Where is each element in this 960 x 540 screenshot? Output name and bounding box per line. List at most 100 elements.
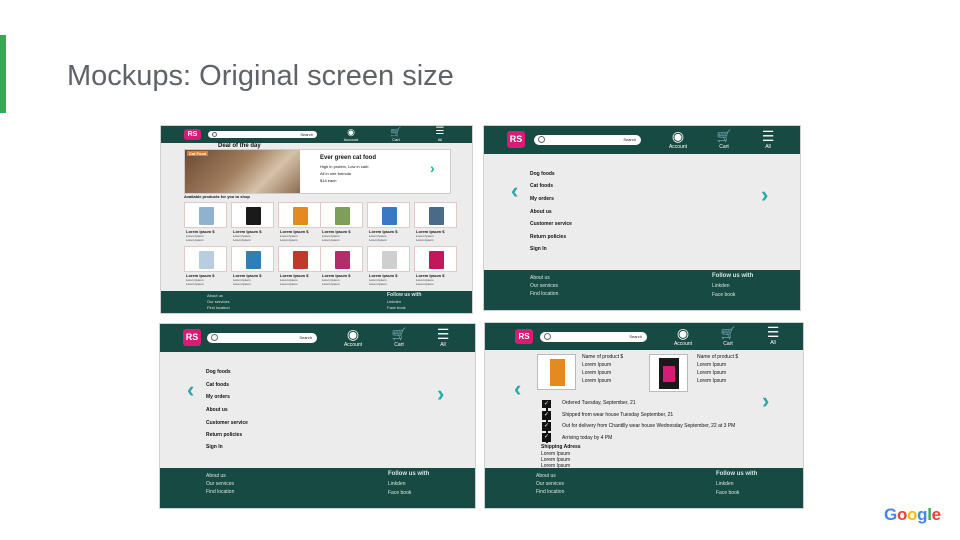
order-product-2-line-2: Lorem Ipsum <box>697 370 727 376</box>
account-button[interactable]: ◉ Account <box>339 327 367 349</box>
account-button[interactable]: ◉ Account <box>669 325 697 348</box>
footer-location-link[interactable]: Find location <box>206 489 234 495</box>
menu-item-my-orders[interactable]: My orders <box>530 196 554 202</box>
footer-location-link[interactable]: Find location <box>207 305 230 310</box>
footer: About us Our services Find location Foll… <box>485 468 803 508</box>
deal-image-label: Cat Food <box>187 151 209 156</box>
product-image <box>367 246 410 272</box>
google-logo-letter: G <box>884 505 897 524</box>
logo[interactable]: RS <box>507 131 525 148</box>
product-card[interactable]: Lorem Ipsum $ Lorem Ipsum Lorem Ipsum <box>231 246 275 288</box>
account-icon: ◉ <box>671 128 685 144</box>
mockup-menu-1: RS Search ◉ Account 🛒 Cart ☰ All ‹ › Dog… <box>483 125 801 311</box>
all-menu-button[interactable]: ☰ All <box>431 126 449 143</box>
product-card[interactable]: Lorem Ipsum $ Lorem Ipsum Lorem Ipsum <box>414 246 458 288</box>
menu-item-sign-in[interactable]: Sign In <box>206 444 223 450</box>
prev-chevron-icon[interactable]: ‹ <box>511 178 518 204</box>
order-product-2-line-3: Lorem Ipsum <box>697 378 727 384</box>
footer-services-link[interactable]: Our services <box>536 481 564 487</box>
product-card[interactable]: Lorem Ipsum $ Lorem Ipsum Lorem Ipsum <box>184 246 228 288</box>
order-product-1-image[interactable] <box>537 354 576 390</box>
mockup-menu-2: RS Search ◉ Account 🛒 Cart ☰ All ‹ › Dog… <box>159 323 476 509</box>
footer-facebook-link[interactable]: Face book <box>716 490 739 496</box>
order-product-1-line-3: Lorem Ipsum <box>582 378 612 384</box>
menu-item-dog-foods[interactable]: Dog foods <box>530 171 555 177</box>
menu-item-about-us[interactable]: About us <box>530 209 552 215</box>
account-button[interactable]: ◉ Account <box>339 127 363 142</box>
menu-item-return-policies[interactable]: Return policies <box>530 234 566 240</box>
cart-label: Cart <box>392 137 400 142</box>
next-chevron-icon[interactable]: › <box>437 381 444 407</box>
product-subtext: Lorem Ipsum <box>416 238 434 242</box>
deal-next-chevron-icon[interactable]: › <box>430 160 435 176</box>
product-subtext: Lorem Ipsum <box>369 238 387 242</box>
menu-item-dog-foods[interactable]: Dog foods <box>206 369 231 375</box>
logo[interactable]: RS <box>515 329 533 344</box>
footer-about-link[interactable]: About us <box>207 293 223 298</box>
deal-card[interactable]: Cat Food Ever green cat food High in pro… <box>184 149 451 194</box>
product-card[interactable]: Lorem Ipsum $ Lorem Ipsum Lorem Ipsum <box>414 202 458 244</box>
product-bag <box>429 207 444 225</box>
footer-services-link[interactable]: Our services <box>207 299 229 304</box>
all-label: All <box>437 137 443 142</box>
hamburger-menu-icon: ☰ <box>435 126 445 137</box>
cart-button[interactable]: 🛒 Cart <box>386 127 406 142</box>
footer-about-link[interactable]: About us <box>206 473 226 479</box>
all-menu-button[interactable]: ☰ All <box>759 129 777 151</box>
footer-linkedin-link[interactable]: Linkden <box>388 481 406 487</box>
footer-about-link[interactable]: About us <box>536 473 556 479</box>
menu-item-about-us[interactable]: About us <box>206 407 228 413</box>
search-input[interactable]: Search <box>208 131 317 138</box>
product-card[interactable]: Lorem Ipsum $ Lorem Ipsum Lorem Ipsum <box>367 202 411 244</box>
account-icon: ◉ <box>676 325 690 341</box>
menu-item-cat-foods[interactable]: Cat foods <box>530 183 553 189</box>
footer-services-link[interactable]: Our services <box>530 283 558 289</box>
menu-item-return-policies[interactable]: Return policies <box>206 432 242 438</box>
footer-services-link[interactable]: Our services <box>206 481 234 487</box>
next-chevron-icon[interactable]: › <box>762 388 769 414</box>
product-card[interactable]: Lorem Ipsum $ Lorem Ipsum Lorem Ipsum <box>320 246 364 288</box>
order-product-2-image[interactable] <box>649 354 688 392</box>
product-image <box>320 246 363 272</box>
product-card[interactable]: Lorem Ipsum $ Lorem Ipsum Lorem Ipsum <box>184 202 228 244</box>
cart-button[interactable]: 🛒 Cart <box>718 326 738 347</box>
product-bag <box>429 251 444 269</box>
product-card[interactable]: Lorem Ipsum $ Lorem Ipsum Lorem Ipsum <box>278 202 322 244</box>
deal-line-1: High in protein, Low in carb <box>320 164 369 169</box>
footer-location-link[interactable]: Find location <box>536 489 564 495</box>
footer-facebook-link[interactable]: Face book <box>387 305 406 310</box>
menu-item-my-orders[interactable]: My orders <box>206 394 230 400</box>
product-card[interactable]: Lorem Ipsum $ Lorem Ipsum Lorem Ipsum <box>367 246 411 288</box>
product-card[interactable]: Lorem Ipsum $ Lorem Ipsum Lorem Ipsum <box>231 202 275 244</box>
search-input[interactable]: Search <box>534 135 641 145</box>
logo[interactable]: RS <box>183 329 201 346</box>
search-input[interactable]: Search <box>207 333 317 343</box>
menu-item-sign-in[interactable]: Sign In <box>530 246 547 252</box>
search-label: Search <box>623 137 636 142</box>
order-product-2-name: Name of product $ <box>697 354 739 360</box>
search-input[interactable]: Search <box>540 332 647 342</box>
footer-facebook-link[interactable]: Face book <box>712 292 735 298</box>
account-button[interactable]: ◉ Account <box>664 128 692 151</box>
logo[interactable]: RS <box>184 129 201 140</box>
footer-facebook-link[interactable]: Face book <box>388 490 411 496</box>
footer-location-link[interactable]: Find location <box>530 291 558 297</box>
footer-linkedin-link[interactable]: Linkden <box>387 299 401 304</box>
next-chevron-icon[interactable]: › <box>761 182 768 208</box>
all-menu-button[interactable]: ☰ All <box>434 327 452 349</box>
product-card[interactable]: Lorem Ipsum $ Lorem Ipsum Lorem Ipsum <box>278 246 322 288</box>
footer-about-link[interactable]: About us <box>530 275 550 281</box>
all-menu-button[interactable]: ☰ All <box>764 325 782 347</box>
prev-chevron-icon[interactable]: ‹ <box>187 377 194 403</box>
cart-button[interactable]: 🛒 Cart <box>714 129 734 150</box>
menu-item-customer-service[interactable]: Customer service <box>206 420 248 426</box>
menu-item-customer-service[interactable]: Customer service <box>530 221 572 227</box>
footer-linkedin-link[interactable]: Linkden <box>716 481 734 487</box>
order-status-shipped: Shipped from wear house Tuesday Septembe… <box>562 412 674 418</box>
cart-button[interactable]: 🛒 Cart <box>389 327 409 348</box>
menu-item-cat-foods[interactable]: Cat foods <box>206 382 229 388</box>
product-image <box>184 202 227 228</box>
footer-linkedin-link[interactable]: Linkden <box>712 283 730 289</box>
product-card[interactable]: Lorem Ipsum $ Lorem Ipsum Lorem Ipsum <box>320 202 364 244</box>
prev-chevron-icon[interactable]: ‹ <box>514 376 521 402</box>
